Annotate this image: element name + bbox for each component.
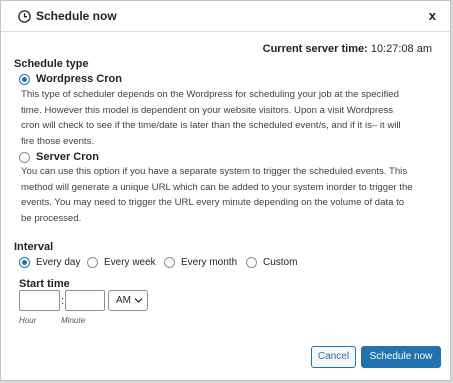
- schedule-dialog: Schedule now x Current server time: 10:2…: [0, 0, 451, 381]
- hour-hint: Hour: [19, 316, 37, 325]
- dialog-header: Schedule now x: [1, 1, 450, 32]
- interval-title: Interval: [14, 241, 54, 253]
- server-time-value: 10:27:08 am: [370, 43, 432, 55]
- description-line: You can use this option if you have a se…: [21, 166, 408, 177]
- description-line: fire those events.: [21, 135, 95, 147]
- description-line: be processed.: [21, 212, 82, 224]
- interval-every-day-radio[interactable]: [19, 257, 30, 268]
- hour-input[interactable]: [19, 290, 60, 311]
- interval-every-day-label[interactable]: Every day: [36, 257, 80, 268]
- wordpress-cron-label[interactable]: Wordpress Cron: [36, 73, 122, 85]
- cancel-button[interactable]: Cancel: [311, 346, 356, 368]
- description-line: cron will check to see if the time/date …: [21, 120, 401, 131]
- server-cron-radio[interactable]: [19, 152, 30, 163]
- description-line: method will generate a unique URL which …: [21, 181, 413, 193]
- ampm-select[interactable]: AM: [108, 290, 148, 311]
- chevron-down-icon: [134, 291, 143, 317]
- wordpress-cron-radio[interactable]: [19, 74, 30, 85]
- start-time-title: Start time: [19, 278, 70, 290]
- minute-input[interactable]: [65, 290, 105, 311]
- time-separator: :: [61, 295, 65, 307]
- description-line: events. You may need to trigger the URL …: [21, 197, 405, 208]
- interval-every-month-label[interactable]: Every month: [181, 257, 237, 268]
- server-cron-label[interactable]: Server Cron: [36, 151, 99, 163]
- schedule-now-button[interactable]: Schedule now: [361, 346, 441, 368]
- dialog-title: Schedule now: [36, 9, 117, 23]
- interval-every-week-label[interactable]: Every week: [104, 257, 156, 268]
- description-line: This type of scheduler depends on the Wo…: [21, 89, 399, 100]
- ampm-value: AM: [116, 295, 131, 306]
- server-time: Current server time: 10:27:08 am: [263, 43, 432, 55]
- server-cron-description: You can use this option if you have a se…: [21, 164, 443, 226]
- interval-custom-label[interactable]: Custom: [263, 257, 297, 268]
- interval-custom-radio[interactable]: [246, 257, 257, 268]
- server-time-label: Current server time:: [262, 43, 368, 55]
- interval-every-week-radio[interactable]: [87, 257, 98, 268]
- wordpress-cron-description: This type of scheduler depends on the Wo…: [21, 87, 443, 149]
- clock-icon: [18, 10, 31, 23]
- minute-hint: Minute: [61, 316, 86, 325]
- close-button[interactable]: x: [429, 8, 436, 23]
- description-line: time. However this model is dependent on…: [21, 104, 394, 116]
- schedule-type-title: Schedule type: [14, 58, 89, 70]
- interval-every-month-radio[interactable]: [164, 257, 175, 268]
